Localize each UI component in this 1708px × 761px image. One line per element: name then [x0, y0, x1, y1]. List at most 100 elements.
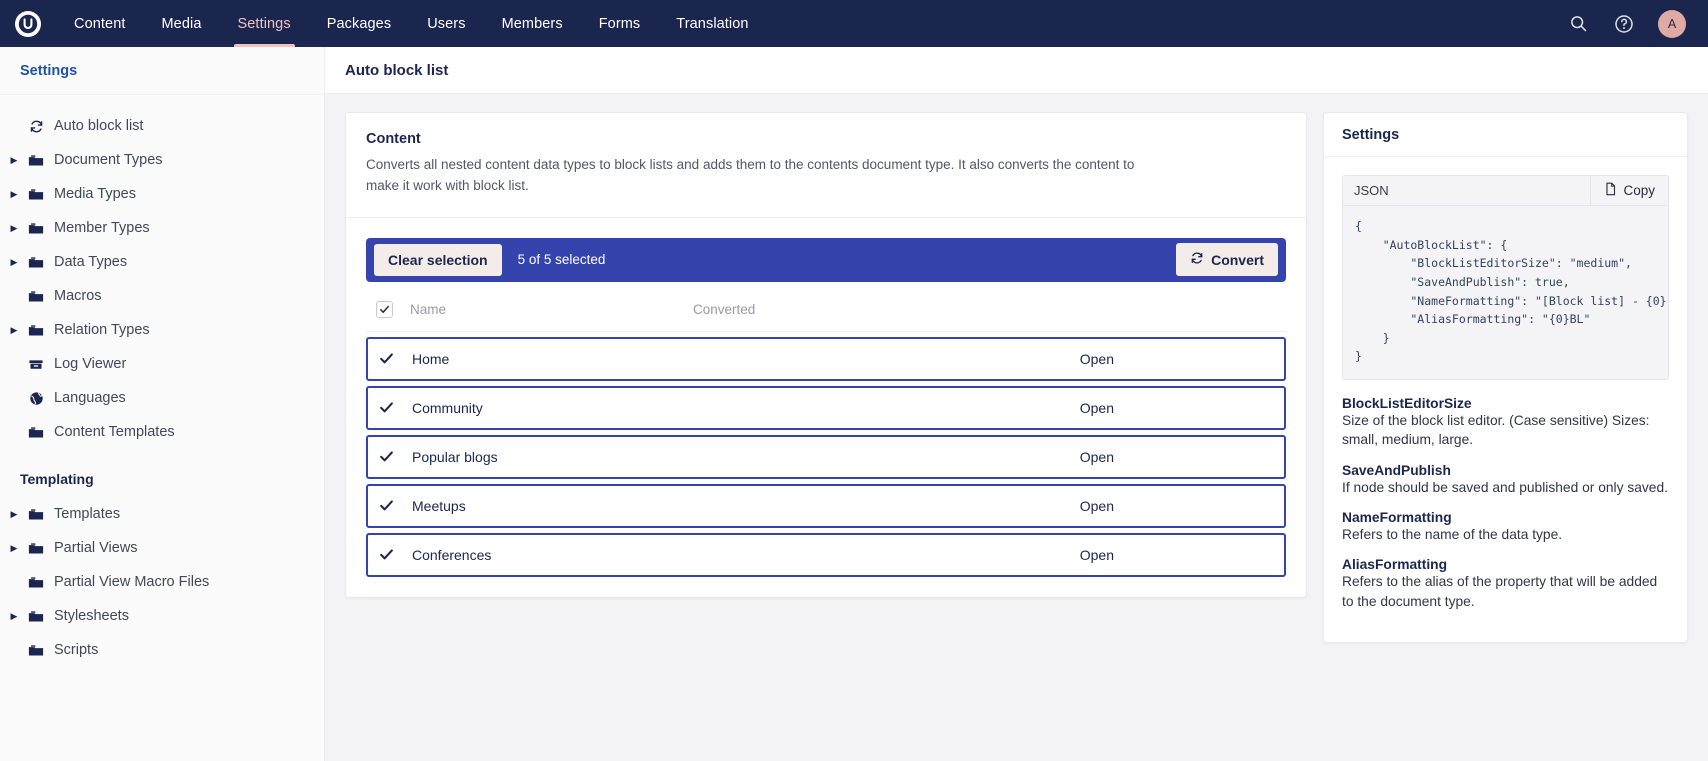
convert-button[interactable]: Convert	[1176, 243, 1278, 277]
row-name: Popular blogs	[412, 448, 498, 465]
row-name: Conferences	[412, 546, 492, 563]
sidebar-item-member-types[interactable]: ▶ Member Types	[0, 211, 324, 245]
section-description: Converts all nested content data types t…	[366, 157, 1135, 193]
sidebar-item-media-types[interactable]: ▶ Media Types	[0, 177, 324, 211]
sidebar-item-label: Scripts	[54, 642, 99, 658]
folder-icon	[22, 154, 50, 167]
nav-label: Media	[161, 15, 202, 32]
sidebar-item-content-templates[interactable]: ▶ Content Templates	[0, 415, 324, 449]
nav-label: Settings	[237, 15, 291, 32]
description-item: SaveAndPublish If node should be saved a…	[1342, 463, 1669, 497]
settings-tree: ▶ Auto block list ▶ Document Types	[0, 95, 324, 667]
row-checkbox[interactable]	[378, 547, 395, 562]
folder-icon	[22, 256, 50, 269]
convert-button-label: Convert	[1211, 251, 1264, 268]
sidebar-item-relation-types[interactable]: ▶ Relation Types	[0, 313, 324, 347]
refresh-icon	[22, 119, 50, 134]
search-icon[interactable]	[1566, 12, 1590, 36]
avatar-initial: A	[1667, 16, 1677, 31]
sidebar-item-auto-block-list[interactable]: ▶ Auto block list	[0, 109, 324, 143]
row-checkbox[interactable]	[378, 351, 395, 366]
sidebar-group-templating: Templating	[0, 449, 324, 497]
caret-icon[interactable]: ▶	[6, 155, 22, 165]
row-converted-status: Open	[1079, 497, 1114, 514]
sidebar-item-label: Macros	[54, 288, 102, 304]
refresh-icon	[1190, 251, 1204, 268]
column-header-name: Name	[410, 301, 447, 317]
caret-icon[interactable]: ▶	[6, 611, 22, 621]
row-converted-status: Open	[1079, 448, 1114, 465]
json-code-body[interactable]: { "AutoBlockList": { "BlockListEditorSiz…	[1343, 206, 1668, 379]
nav-item-forms[interactable]: Forms	[581, 0, 659, 47]
nav-item-users[interactable]: Users	[409, 0, 483, 47]
row-checkbox[interactable]	[378, 400, 395, 415]
sidebar-title-label: Settings	[20, 62, 78, 79]
caret-icon[interactable]: ▶	[6, 223, 22, 233]
nav-item-media[interactable]: Media	[144, 0, 220, 47]
nav-item-settings[interactable]: Settings	[220, 0, 309, 47]
sidebar-item-log-viewer[interactable]: ▶ Log Viewer	[0, 347, 324, 381]
sidebar-item-templates[interactable]: ▶ Templates	[0, 497, 324, 531]
table-row[interactable]: Conferences Open	[366, 532, 1286, 577]
column-header-converted: Converted	[693, 301, 756, 317]
folder-icon	[22, 188, 50, 201]
sidebar-item-document-types[interactable]: ▶ Document Types	[0, 143, 324, 177]
sidebar-item-scripts[interactable]: ▶ Scripts	[0, 633, 324, 667]
code-language-label: JSON	[1343, 176, 1591, 205]
row-name: Home	[412, 350, 450, 367]
description-item: AliasFormatting Refers to the alias of t…	[1342, 557, 1669, 611]
settings-sidebar: Settings ▶ Auto block list ▶	[0, 47, 325, 761]
nav-item-translation[interactable]: Translation	[658, 0, 766, 47]
description-item: NameFormatting Refers to the name of the…	[1342, 510, 1669, 544]
sidebar-item-data-types[interactable]: ▶ Data Types	[0, 245, 324, 279]
settings-panel: Settings JSON Copy {"AutoBlockList": {…	[1323, 112, 1688, 643]
sidebar-item-label: Content Templates	[54, 424, 175, 440]
sidebar-group-label: Templating	[20, 471, 94, 487]
folder-icon	[22, 290, 50, 303]
sidebar-item-macros[interactable]: ▶ Macros	[0, 279, 324, 313]
nav-label: Content	[74, 15, 126, 32]
sidebar-item-languages[interactable]: ▶ Languages	[0, 381, 324, 415]
sidebar-item-stylesheets[interactable]: ▶ Stylesheets	[0, 599, 324, 633]
caret-icon[interactable]: ▶	[6, 509, 22, 519]
umbraco-logo-button[interactable]	[0, 0, 56, 47]
caret-icon[interactable]: ▶	[6, 257, 22, 267]
table-row[interactable]: Community Open	[366, 385, 1286, 430]
nav-label: Forms	[598, 15, 641, 32]
top-navigation: Content Media Settings Packages Users Me…	[0, 0, 1708, 47]
nav-item-members[interactable]: Members	[484, 0, 581, 47]
folder-icon	[22, 324, 50, 337]
content-header: Auto block list	[325, 47, 1708, 94]
caret-icon[interactable]: ▶	[6, 325, 22, 335]
nav-item-content[interactable]: Content	[56, 0, 144, 47]
row-checkbox[interactable]	[378, 449, 395, 464]
sidebar-item-label: Partial View Macro Files	[54, 574, 210, 590]
selection-toolbar-right: Convert	[1176, 243, 1278, 277]
copy-icon	[1604, 182, 1617, 199]
table-row[interactable]: Home Open	[366, 336, 1286, 381]
sidebar-item-partial-view-macro-files[interactable]: ▶ Partial View Macro Files	[0, 565, 324, 599]
nav-item-packages[interactable]: Packages	[309, 0, 409, 47]
nav-right-actions: A	[1566, 0, 1708, 47]
folder-icon	[22, 542, 50, 555]
select-all-checkbox[interactable]	[376, 300, 393, 318]
sidebar-item-partial-views[interactable]: ▶ Partial Views	[0, 531, 324, 565]
caret-icon[interactable]: ▶	[6, 189, 22, 199]
caret-icon[interactable]: ▶	[6, 543, 22, 553]
sidebar-item-label: Templates	[54, 506, 121, 522]
folder-icon	[22, 222, 50, 235]
copy-button[interactable]: Copy	[1590, 176, 1668, 205]
table-row[interactable]: Popular blogs Open	[366, 434, 1286, 479]
description-term: AliasFormatting	[1342, 557, 1448, 573]
folder-icon	[22, 508, 50, 521]
clear-selection-button[interactable]: Clear selection	[374, 243, 502, 276]
sidebar-item-label: Data Types	[54, 254, 128, 270]
content-panel: Content Converts all nested content data…	[345, 112, 1307, 598]
folder-icon	[22, 644, 50, 657]
main-menu: Content Media Settings Packages Users Me…	[56, 0, 767, 47]
folder-icon	[22, 610, 50, 623]
avatar[interactable]: A	[1658, 9, 1686, 38]
help-icon[interactable]	[1612, 12, 1636, 36]
table-row[interactable]: Meetups Open	[366, 483, 1286, 528]
row-checkbox[interactable]	[378, 498, 395, 513]
